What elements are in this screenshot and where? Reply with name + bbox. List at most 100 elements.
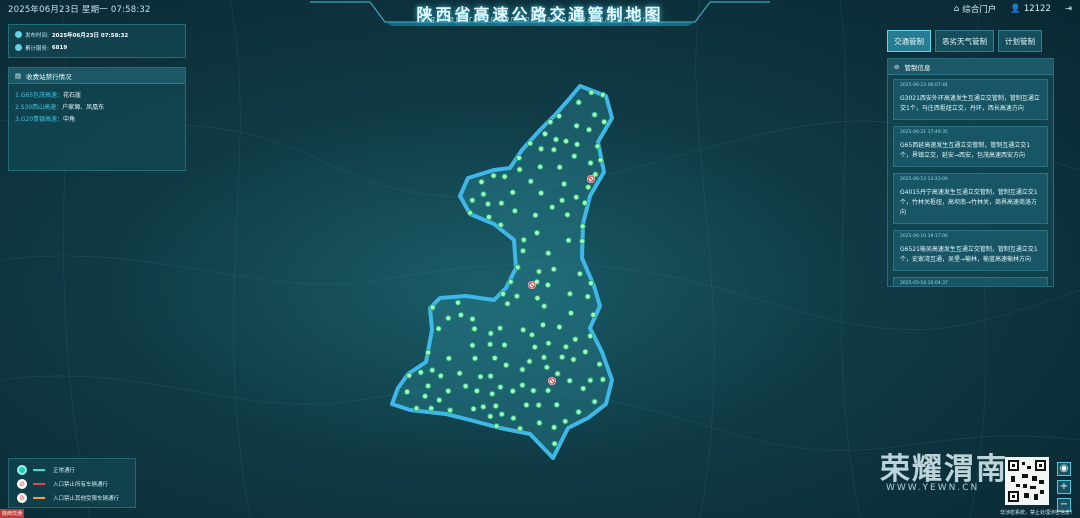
toll-station-dot[interactable] [514, 264, 521, 271]
toll-station-dot[interactable] [584, 293, 591, 300]
toll-station-dot[interactable] [537, 163, 544, 170]
toll-station-dot[interactable] [591, 111, 598, 118]
toll-station-dot[interactable] [517, 425, 524, 432]
closed-station-marker[interactable] [587, 175, 595, 183]
toll-station-dot[interactable] [527, 140, 534, 147]
toll-station-dot[interactable] [467, 209, 474, 216]
toll-station-dot[interactable] [535, 402, 542, 409]
toll-station-dot[interactable] [588, 89, 595, 96]
toll-station-dot[interactable] [445, 387, 452, 395]
toll-station-dot[interactable] [404, 388, 411, 395]
toll-station-dot[interactable] [498, 200, 505, 207]
toll-station-dot[interactable] [516, 166, 523, 173]
toll-station-dot[interactable] [413, 405, 420, 412]
closed-station-marker[interactable] [528, 281, 536, 289]
toll-station-dot[interactable] [507, 278, 514, 285]
toll-station-dot[interactable] [551, 424, 558, 431]
toll-station-dot[interactable] [570, 356, 577, 363]
toll-station-dot[interactable] [561, 180, 568, 188]
toll-station-dot[interactable] [587, 377, 594, 384]
toll-station-dot[interactable] [538, 145, 545, 152]
toll-station-dot[interactable] [539, 321, 547, 328]
toll-station-dot[interactable] [515, 154, 523, 161]
toll-station-dot[interactable] [596, 361, 603, 368]
toll-station-dot[interactable] [559, 197, 566, 204]
toll-station-dot[interactable] [497, 384, 504, 391]
toll-station-dot[interactable] [487, 373, 494, 380]
toll-station-dot[interactable] [549, 204, 556, 211]
toll-station-dot[interactable] [490, 172, 497, 179]
toll-station-dot[interactable] [587, 159, 594, 167]
toll-station-dot[interactable] [491, 354, 498, 362]
toll-station-dot[interactable] [590, 311, 597, 318]
toll-station-dot[interactable] [530, 387, 537, 394]
toll-station-dot[interactable] [562, 418, 569, 425]
toll-station-dot[interactable] [562, 343, 570, 350]
toll-station-dot[interactable] [519, 382, 526, 389]
toll-station-dot[interactable] [547, 118, 554, 126]
toll-station-dot[interactable] [470, 405, 477, 412]
toll-station-dot[interactable] [540, 354, 548, 361]
toll-station-dot[interactable] [551, 440, 558, 447]
toll-station-dot[interactable] [480, 191, 487, 198]
toll-station-dot[interactable] [555, 112, 563, 120]
toll-station-dot[interactable] [535, 268, 543, 275]
toll-station-dot[interactable] [553, 401, 560, 408]
toll-station-dot[interactable] [469, 197, 476, 204]
toll-station-dot[interactable] [597, 157, 604, 164]
toll-station-dot[interactable] [487, 341, 494, 348]
toll-station-dot[interactable] [501, 173, 508, 180]
toll-station-dot[interactable] [520, 326, 527, 333]
toll-station-dot[interactable] [566, 290, 574, 297]
tab-planned-control[interactable]: 计划管制 [998, 30, 1042, 52]
toll-station-dot[interactable] [541, 303, 548, 310]
toll-station-dot[interactable] [543, 364, 551, 371]
toll-station-dot[interactable] [541, 130, 549, 137]
toll-station-dot[interactable] [445, 315, 452, 322]
toll-station-dot[interactable] [588, 280, 595, 287]
toll-station-dot[interactable] [587, 332, 594, 340]
toll-station-dot[interactable] [501, 341, 508, 349]
toll-station-dot[interactable] [574, 141, 581, 148]
list-item[interactable]: 2025-06-21 17:49:35 G65西延高速发生互通立交管制，管制互通… [893, 126, 1048, 167]
toll-station-dot[interactable] [497, 325, 504, 332]
list-item[interactable]: 2025-06-23 06:07:44 G3021西安外环高速发生互通立交管制，… [893, 79, 1048, 120]
tab-weather-control[interactable]: 恶劣天气管制 [935, 30, 994, 52]
toll-station-dot[interactable] [462, 383, 469, 390]
toll-station-dot[interactable] [513, 293, 521, 300]
toll-station-dot[interactable] [526, 358, 533, 365]
toll-station-dot[interactable] [531, 344, 538, 351]
toll-station-dot[interactable] [538, 190, 545, 197]
toll-station-dot[interactable] [581, 199, 589, 206]
toll-station-dot[interactable] [550, 146, 558, 153]
toll-station-dot[interactable] [478, 178, 485, 185]
toll-station-dot[interactable] [457, 311, 464, 319]
toll-station-dot[interactable] [534, 295, 541, 302]
toll-station-dot[interactable] [520, 236, 527, 243]
toll-station-dot[interactable] [445, 355, 452, 362]
toll-station-dot[interactable] [510, 415, 517, 422]
toll-station-dot[interactable] [559, 354, 566, 361]
toll-station-dot[interactable] [528, 331, 536, 338]
toll-station-dot[interactable] [519, 366, 526, 373]
toll-station-dot[interactable] [484, 200, 492, 208]
toll-station-dot[interactable] [425, 349, 432, 356]
list-item[interactable]: 2025-05-18 16:04:37 [893, 277, 1048, 286]
toll-station-dot[interactable] [579, 223, 586, 230]
toll-station-dot[interactable] [425, 382, 432, 390]
toll-station-dot[interactable] [545, 340, 552, 347]
toll-station-dot[interactable] [429, 367, 436, 374]
toll-station-dot[interactable] [471, 325, 478, 332]
toll-station-dot[interactable] [437, 372, 444, 379]
toll-station-dot[interactable] [429, 304, 436, 311]
toll-station-dot[interactable] [532, 212, 539, 219]
toll-station-dot[interactable] [504, 300, 511, 307]
toll-station-dot[interactable] [566, 377, 573, 384]
toll-station-dot[interactable] [436, 397, 443, 404]
toll-station-dot[interactable] [573, 122, 580, 129]
zoom-in-button[interactable]: + [1057, 480, 1071, 494]
toll-station-dot[interactable] [536, 419, 543, 426]
toll-station-dot[interactable] [556, 323, 563, 331]
tab-traffic-control[interactable]: 交通管制 [887, 30, 931, 52]
toll-station-dot[interactable] [485, 214, 492, 221]
